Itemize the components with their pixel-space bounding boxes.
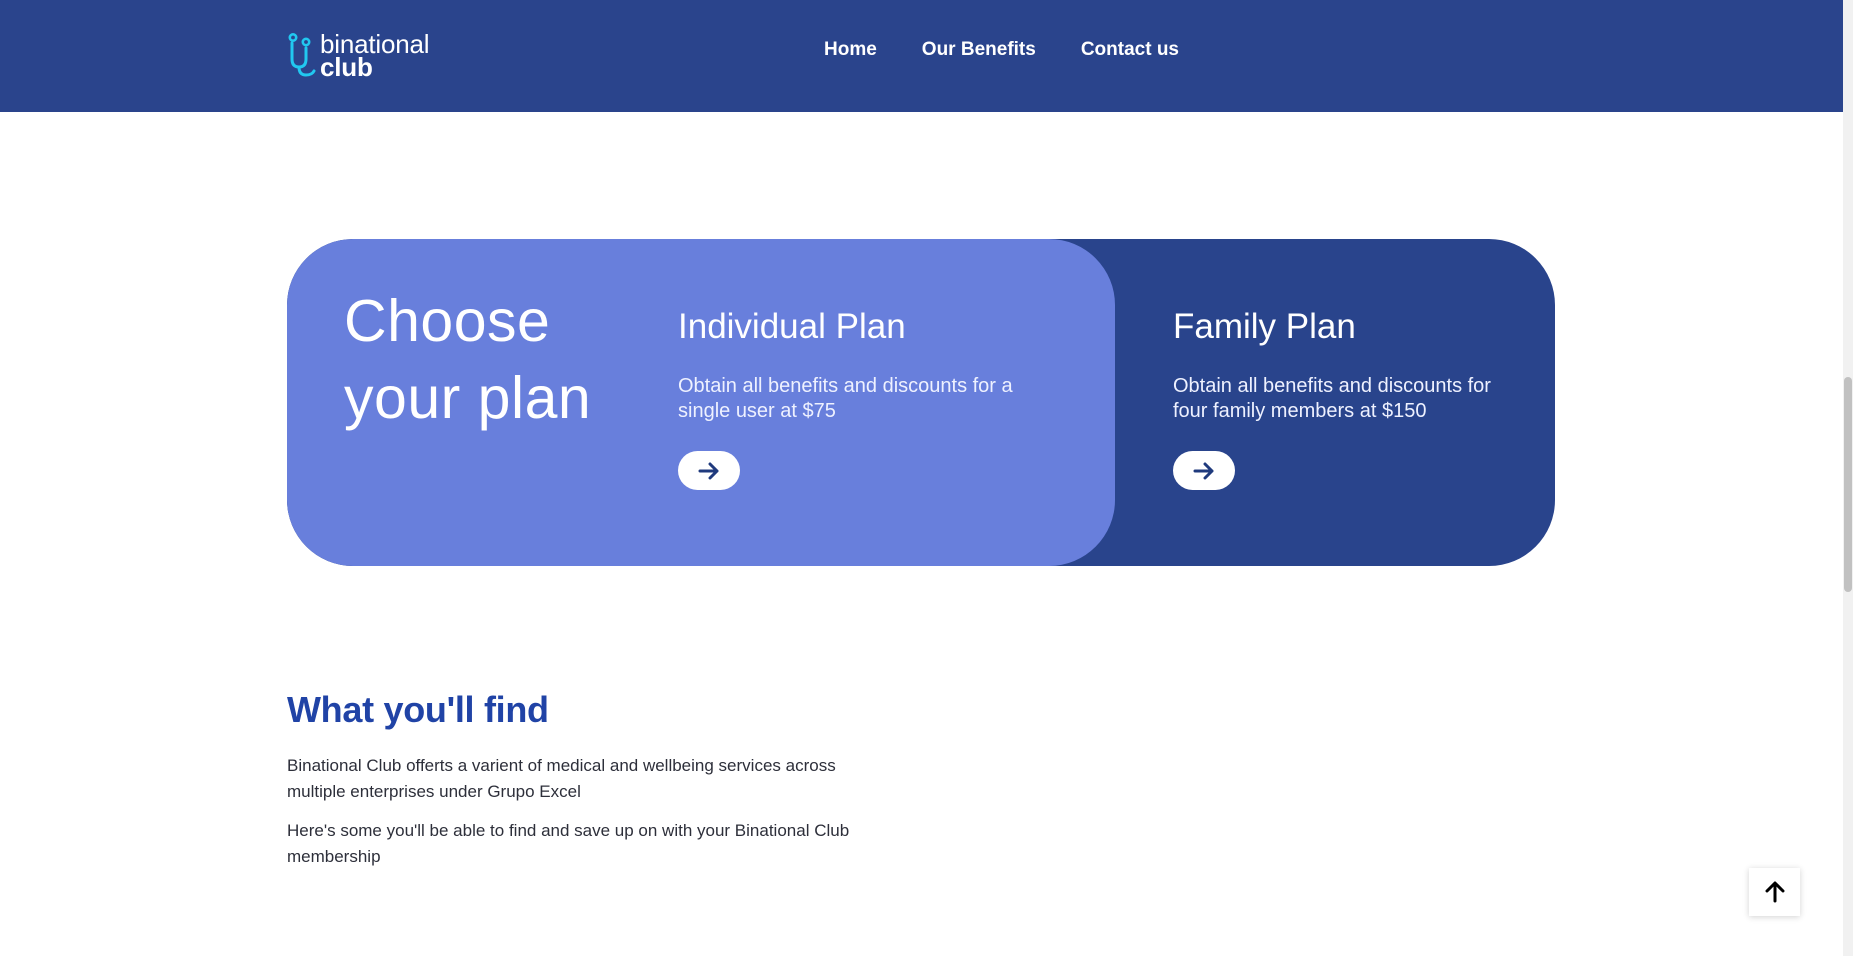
individual-plan-button[interactable]	[678, 451, 740, 490]
what-youll-find-paragraph-1: Binational Club offerts a varient of med…	[287, 756, 836, 801]
family-plan-button[interactable]	[1173, 451, 1235, 490]
what-youll-find-paragraph-2: Here's some you'll be able to find and s…	[287, 821, 850, 866]
main-nav: Home Our Benefits Contact us	[824, 0, 1224, 100]
brand-name-line2: club	[320, 52, 373, 82]
individual-plan-title: Individual Plan	[678, 307, 906, 346]
page-scrollbar[interactable]	[1843, 0, 1853, 956]
site-header: binational club Home Our Benefits Contac…	[0, 0, 1843, 112]
family-plan-title: Family Plan	[1173, 307, 1356, 346]
individual-plan: Individual Plan Obtain all benefits and …	[678, 307, 1018, 490]
back-to-top-button[interactable]	[1749, 868, 1800, 916]
nav-link-home[interactable]: Home	[824, 39, 877, 61]
arrow-up-icon	[1765, 881, 1784, 903]
stethoscope-logo-icon	[288, 33, 316, 77]
nav-link-our-benefits[interactable]: Our Benefits	[922, 39, 1036, 61]
scrollbar-thumb[interactable]	[1844, 377, 1852, 592]
nav-link-contact-us[interactable]: Contact us	[1081, 39, 1179, 61]
individual-plan-description: Obtain all benefits and discounts for a …	[678, 375, 1013, 422]
what-youll-find-section: What you'll find Binational Club offerts…	[287, 685, 907, 870]
brand-wordmark: binational club	[320, 31, 430, 82]
brand-logo[interactable]: binational club	[287, 31, 430, 82]
page: binational club Home Our Benefits Contac…	[0, 0, 1843, 956]
arrow-right-icon	[698, 462, 719, 479]
family-plan: Family Plan Obtain all benefits and disc…	[1173, 307, 1513, 490]
plans-card: Choose your plan Individual Plan Obtain …	[287, 239, 1555, 566]
what-youll-find-title: What you'll find	[287, 689, 549, 730]
arrow-right-icon	[1193, 462, 1214, 479]
choose-plan-heading: Choose your plan	[344, 288, 592, 431]
family-plan-description: Obtain all benefits and discounts for fo…	[1173, 375, 1491, 422]
